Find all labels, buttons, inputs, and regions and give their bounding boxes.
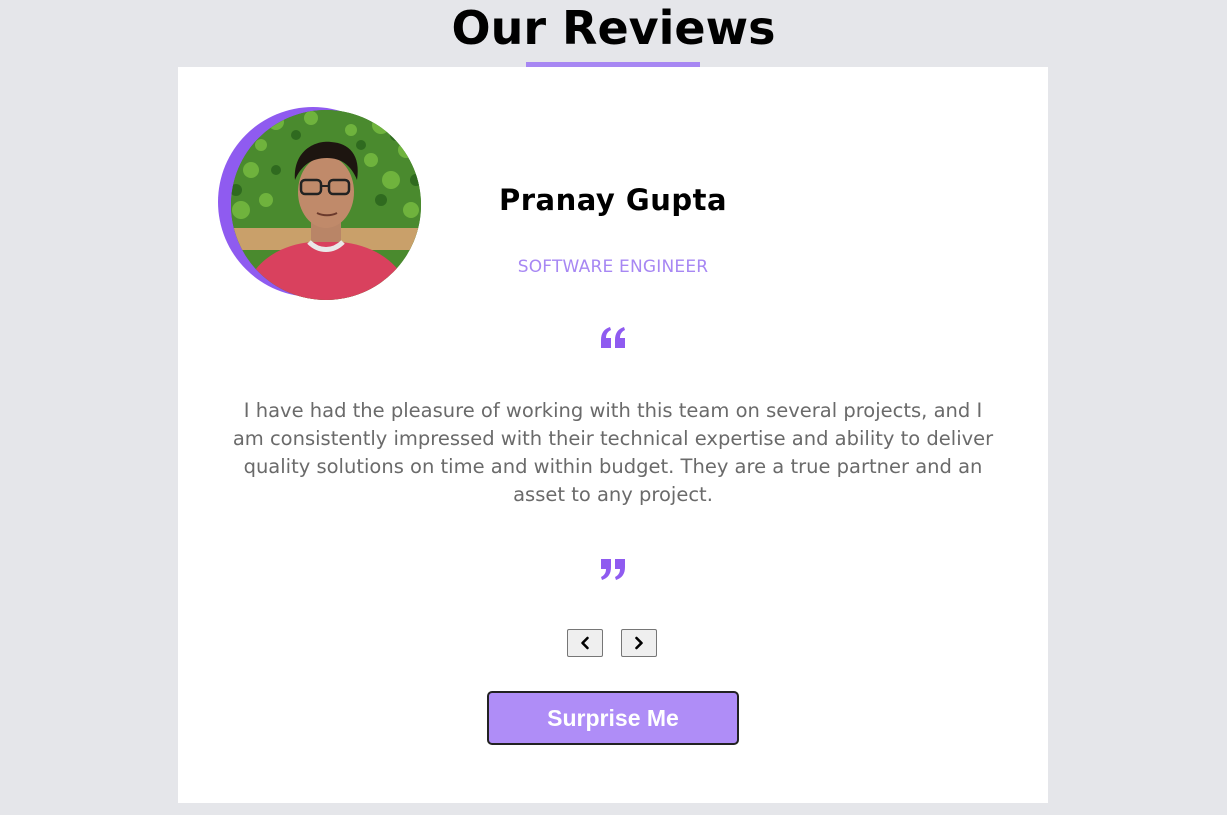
- quote-right-icon: [601, 559, 625, 580]
- review-text: I have had the pleasure of working with …: [232, 399, 994, 506]
- reviewer-name: Pranay Gupta: [498, 183, 728, 217]
- reviews-page: Our Reviews Pranay Gupta SOFTWARE ENGINE…: [0, 0, 1227, 815]
- reviewer-job-title: SOFTWARE ENGINEER: [517, 257, 709, 277]
- page-title: Our Reviews: [451, 1, 776, 55]
- chevron-left-icon: [581, 636, 589, 650]
- surprise-me-button[interactable]: Surprise Me: [487, 691, 739, 745]
- next-button[interactable]: [621, 629, 657, 657]
- quote-left-icon: [601, 327, 625, 348]
- prev-button[interactable]: [567, 629, 603, 657]
- chevron-right-icon: [635, 636, 643, 650]
- review-card: Pranay Gupta SOFTWARE ENGINEER I have ha…: [178, 67, 1048, 803]
